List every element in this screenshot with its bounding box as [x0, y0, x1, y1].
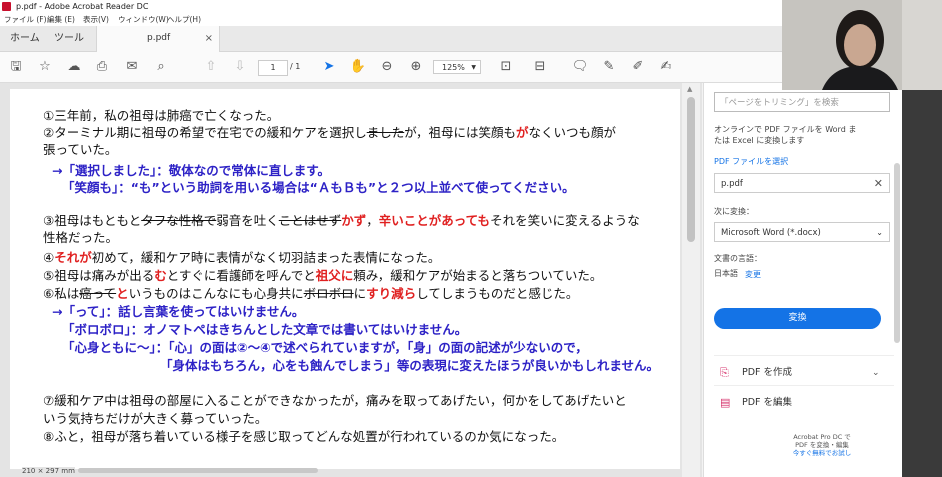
print-icon[interactable]: ⎙	[93, 58, 111, 76]
close-tab-icon[interactable]: ×	[205, 26, 213, 51]
export-pdf-panel: 「ページをトリミング」を検索 オンラインで PDF ファイルを Word ま た…	[703, 83, 903, 477]
chevron-down-icon: ▼	[471, 64, 476, 71]
divider	[714, 385, 894, 386]
page-down-icon[interactable]: ⇩	[231, 58, 249, 76]
free-trial-link[interactable]: 今すぐ無料でお試し	[762, 449, 882, 457]
tab-home[interactable]: ホーム	[10, 26, 40, 51]
zoom-in-icon[interactable]: ⊕	[407, 58, 425, 76]
pro-line-1: Acrobat Pro DC で	[793, 433, 851, 441]
text-line-8: ⑥私は癌ってというものはこんなにも心身共にボロボロにすり減らしてしまうものだと感…	[43, 286, 579, 301]
pdf-page: ①三年前，私の祖母は肺癌で亡くなった。 ②ターミナル期に祖母の希望で在宅での緩和…	[10, 89, 680, 469]
zoom-out-icon[interactable]: ⊖	[378, 58, 396, 76]
divider	[714, 355, 894, 356]
comment-line-2: 「笑顔も」：“も”という助詞を用いる場合は“ＡもＢも”と２つ以上並べて使ってくだ…	[62, 180, 575, 195]
selected-file-name: p.pdf	[721, 179, 743, 189]
scroll-mode-icon[interactable]: ⊟	[531, 58, 549, 76]
highlight-pen-icon[interactable]: ✎	[600, 58, 618, 76]
search-icon[interactable]: ⌕	[152, 58, 170, 76]
vertical-scrollbar[interactable]: ▲	[682, 83, 700, 477]
text-line-9: ⑦緩和ケア中は祖母の部屋に入ることができなかったが，痛みを取ってあげたい，何かを…	[43, 393, 627, 408]
tab-tools[interactable]: ツール	[54, 26, 84, 51]
scroll-up-icon[interactable]: ▲	[687, 85, 692, 93]
acrobat-window: p.pdf - Adobe Acrobat Reader DC ファイル (F)…	[0, 0, 782, 477]
menu-view[interactable]: 表示(V)	[83, 13, 109, 26]
doc-language-label: 文書の言語：	[714, 254, 762, 263]
upload-cloud-icon[interactable]: ☁	[65, 58, 83, 76]
convert-button[interactable]: 変換	[714, 308, 881, 329]
comment-icon[interactable]: 🗨	[571, 58, 589, 76]
select-cursor-icon[interactable]: ➤	[320, 58, 338, 76]
format-value: Microsoft Word (*.docx)	[721, 228, 821, 238]
vertical-scroll-thumb[interactable]	[687, 97, 695, 242]
language-value: 日本語	[714, 269, 738, 278]
webcam-person-image	[782, 0, 942, 90]
page-up-icon[interactable]: ⇧	[202, 58, 220, 76]
remove-file-icon[interactable]: ✕	[874, 174, 883, 194]
background-gutter	[902, 90, 942, 477]
text-line-6: ④それが初めて，緩和ケア時に表情がなく切羽詰まった表情になった。	[43, 250, 441, 265]
fit-page-icon[interactable]: ⊡	[497, 58, 515, 76]
save-icon[interactable]: 🖫	[7, 58, 25, 76]
menu-file[interactable]: ファイル (F)	[4, 13, 47, 26]
page-number-input[interactable]: 1	[258, 60, 288, 76]
text-line-11: ⑧ふと，祖母が落ち着いている様子を感じ取ってどんな処置が行われているのか気になっ…	[43, 429, 565, 444]
text-line-10: いう気持ちだけが大きく募っていった。	[43, 411, 268, 426]
convert-to-label: 次に変換：	[714, 207, 754, 216]
mail-icon[interactable]: ✉	[123, 58, 141, 76]
online-description-1: オンラインで PDF ファイルを Word ま	[714, 125, 857, 134]
comment-line-5: 「心身ともに～」：「心」の面は②～④で述べられていますが，「身」の面の記述が少な…	[62, 340, 588, 355]
toolbar: 🖫 ☆ ☁ ⎙ ✉ ⌕ ⇧ ⇩ 1 / 1 ➤ ✋ ⊖ ⊕ 125% ▼ ⊡ ⊟…	[0, 52, 782, 83]
horizontal-scrollbar[interactable]	[78, 468, 678, 474]
text-line-4: ③祖母はもともとタフな性格で弱音を吐くことはせずかず，辛いことがあってもそれを笑…	[43, 213, 640, 228]
edit-pdf-label: PDF を編集	[742, 397, 793, 408]
sign-icon[interactable]: ✍	[657, 58, 675, 76]
comment-line-3: →「って」：話し言葉を使ってはいけません。	[52, 304, 305, 319]
bookmark-star-icon[interactable]: ☆	[36, 58, 54, 76]
comment-line-6: 「身体はもちろん，心をも蝕んでしまう」等の表現に変えたほうが良いかもしれません。	[160, 358, 660, 373]
pro-line-2: PDF を変換・編集	[795, 441, 849, 449]
zoom-value: 125%	[442, 63, 465, 72]
format-select[interactable]: Microsoft Word (*.docx) ⌄	[714, 222, 890, 242]
online-description-2: たは Excel に変換します	[714, 136, 805, 145]
window-title: p.pdf - Adobe Acrobat Reader DC	[16, 2, 149, 11]
edit-pdf-icon: ▤	[720, 396, 731, 409]
title-bar: p.pdf - Adobe Acrobat Reader DC	[0, 0, 782, 13]
select-file-link[interactable]: PDF ファイルを選択	[714, 156, 788, 167]
acrobat-logo-icon	[2, 2, 11, 11]
draw-icon[interactable]: ✐	[629, 58, 647, 76]
comment-line-1: →「選択しました」：敬体なので常体に直します。	[52, 163, 330, 178]
text-line-1: ①三年前，私の祖母は肺癌で亡くなった。	[43, 108, 280, 123]
menu-help[interactable]: ヘルプ(H)	[167, 13, 201, 26]
chevron-down-icon[interactable]: ⌄	[872, 367, 880, 379]
text-line-7: ⑤祖母は痛みが出るむとすぐに看護師を呼んでと祖父に頼み，緩和ケアが始まると落ちつ…	[43, 268, 603, 283]
text-line-2: ②ターミナル期に祖母の希望で在宅での緩和ケアを選択しましたが，祖母には笑顔もがな…	[43, 125, 617, 140]
selected-file-field: p.pdf ✕	[714, 173, 890, 193]
create-pdf-icon: ⎘	[720, 366, 729, 379]
menu-bar: ファイル (F) 編集 (E) 表示(V) ウィンドウ(W) ヘルプ(H)	[0, 13, 782, 26]
webcam-overlay	[782, 0, 942, 90]
horizontal-scroll-thumb[interactable]	[78, 468, 318, 473]
pro-promo: Acrobat Pro DC で PDF を変換・編集 今すぐ無料でお試し	[762, 433, 882, 457]
tab-document-label: p.pdf	[147, 33, 171, 43]
chevron-down-icon: ⌄	[876, 228, 883, 237]
text-line-5: 性格だった。	[43, 230, 119, 245]
document-area[interactable]: ①三年前，私の祖母は肺癌で亡くなった。 ②ターミナル期に祖母の希望で在宅での緩和…	[0, 83, 702, 477]
zoom-select[interactable]: 125% ▼	[433, 60, 481, 74]
text-line-3: 張っていた。	[43, 142, 118, 157]
page-total: / 1	[290, 62, 301, 71]
tool-search-input[interactable]: 「ページをトリミング」を検索	[714, 92, 890, 112]
page-size-label: 210 × 297 mm	[22, 467, 75, 475]
create-pdf-label: PDF を作成	[742, 367, 793, 378]
hand-tool-icon[interactable]: ✋	[349, 58, 367, 76]
change-language-link[interactable]: 変更	[745, 269, 761, 280]
comment-line-4: 「ボロボロ」：オノマトペはきちんとした文章では書いてはいけません。	[62, 322, 468, 337]
panel-scrollbar[interactable]	[894, 163, 900, 343]
menu-edit[interactable]: 編集 (E)	[47, 13, 75, 26]
tab-document[interactable]: p.pdf ×	[96, 26, 220, 52]
menu-window[interactable]: ウィンドウ(W)	[118, 13, 169, 26]
tab-bar: ホーム ツール p.pdf ×	[0, 26, 782, 52]
